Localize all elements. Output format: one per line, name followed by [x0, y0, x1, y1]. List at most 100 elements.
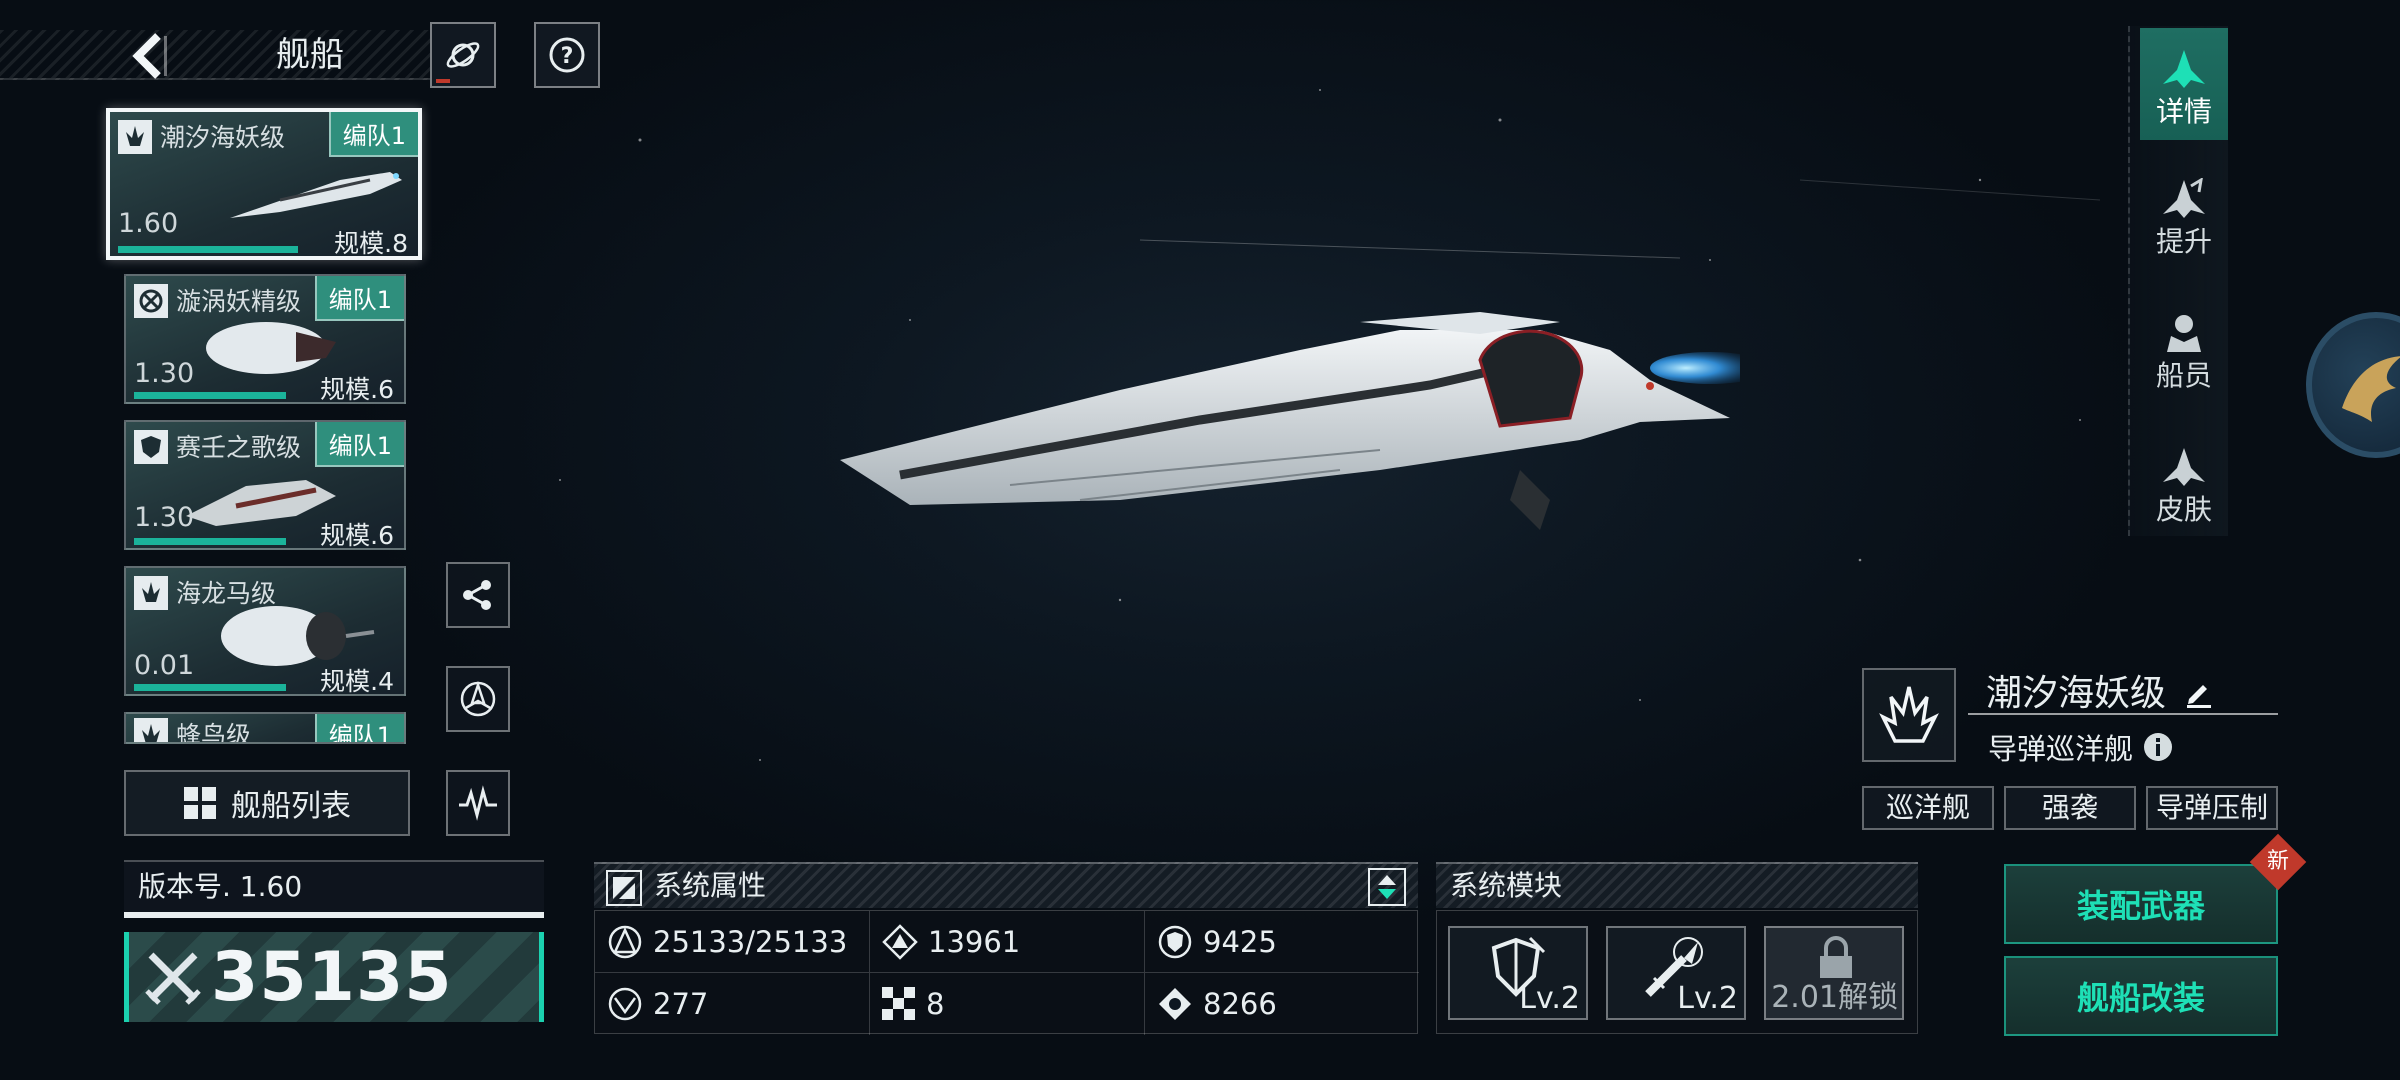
attribute-value: 8266: [1203, 987, 1277, 1021]
version-label: 版本号. 1.60: [124, 860, 544, 918]
ship-progress-bar: [134, 684, 286, 691]
ship-card-4[interactable]: 蜂鸟级 编队1: [124, 712, 406, 744]
module-slot-locked[interactable]: 2.01解锁: [1764, 926, 1904, 1020]
shield-defense-icon: [1158, 925, 1192, 958]
attribute-value: 13961: [928, 924, 1021, 959]
hull-icon: [608, 925, 642, 958]
page-title: 舰船: [276, 35, 344, 75]
nav-label: 船员: [2155, 359, 2212, 392]
shield-icon: [134, 430, 168, 464]
combat-power-box: 35135: [124, 932, 544, 1022]
diagonal-icon: [606, 870, 642, 906]
energy-icon: [1159, 988, 1191, 1020]
armor-icon: [882, 923, 918, 960]
ship-list-label: 舰船列表: [231, 789, 351, 824]
ship-power: 1.60: [118, 208, 179, 239]
attributes-header: 系统属性: [594, 862, 1418, 908]
attribute-cell: 8: [870, 973, 1145, 1035]
ship-tag-cruiser: 巡洋舰: [1862, 786, 1994, 830]
ship-name: 赛壬之歌级: [176, 433, 302, 462]
share-button[interactable]: [446, 562, 510, 628]
ship-progress-bar: [134, 538, 286, 545]
attribute-value: 9425: [1203, 924, 1277, 959]
name-underline: [1968, 713, 2278, 715]
ship-power: 1.30: [134, 502, 195, 533]
help-button[interactable]: ?: [534, 22, 600, 88]
attribute-cell: 8266: [1145, 973, 1419, 1035]
kraken-emblem-icon: [134, 576, 168, 610]
fleet-emblem-button[interactable]: [446, 666, 510, 732]
ship-details-icon: [2163, 50, 2205, 88]
planet-button[interactable]: [430, 22, 496, 88]
ship-modify-label: 舰船改装: [2076, 979, 2205, 1017]
module-slot-0[interactable]: Lv.2: [1448, 926, 1588, 1020]
phoenix-icon: [2342, 356, 2400, 422]
attribute-cell: 9425: [1145, 911, 1419, 973]
ship-tag-missile-suppression: 导弹压制: [2146, 786, 2278, 830]
ship-card-2[interactable]: 赛壬之歌级 编队1 1.30 规模.6: [124, 420, 406, 550]
equip-weapons-button[interactable]: 装配武器: [2004, 864, 2278, 944]
commander-avatar[interactable]: [2306, 312, 2400, 458]
ship-scale: 规模.6: [320, 375, 394, 404]
svg-text:?: ?: [561, 44, 574, 69]
nav-skin-tab[interactable]: 皮肤: [2140, 428, 2228, 538]
modules-title: 系统模块: [1450, 869, 1563, 902]
vortex-icon: [134, 284, 168, 318]
wave-emblem-icon: [459, 785, 497, 821]
stats-emblem-button[interactable]: [446, 770, 510, 836]
modules-header: 系统模块: [1436, 862, 1918, 908]
checker-icon: [882, 987, 915, 1020]
ship-name-text: 潮汐海妖级: [1986, 673, 2167, 714]
nav-details-tab[interactable]: 详情: [2140, 28, 2228, 140]
nav-label: 皮肤: [2155, 493, 2212, 526]
ship-list-button[interactable]: 舰船列表: [124, 770, 410, 836]
nav-label: 提升: [2155, 225, 2212, 258]
ship-emblem: [1862, 668, 1956, 762]
updown-icon: [1378, 875, 1396, 899]
equip-weapons-label: 装配武器: [2076, 887, 2205, 925]
attribute-value: 277: [653, 987, 709, 1021]
ship-name: 蜂鸟级: [176, 721, 252, 744]
combat-power-value: 35135: [211, 937, 453, 1017]
ship-card-3[interactable]: 海龙马级 0.01 规模.4: [124, 566, 406, 696]
attribute-cell: 13961: [870, 911, 1145, 973]
ship-progress-bar: [118, 246, 298, 253]
upgrade-icon: [2163, 178, 2205, 218]
ship-type: 导弹巡洋舰: [1988, 726, 2173, 768]
ship-power: 1.30: [134, 358, 195, 389]
ship-tag-assault: 强袭: [2004, 786, 2136, 830]
module-level: Lv.2: [1519, 981, 1580, 1016]
kraken-emblem-icon: [1879, 686, 1939, 743]
nav-crew-tab[interactable]: 船员: [2140, 294, 2228, 404]
nav-upgrade-tab[interactable]: 提升: [2140, 160, 2228, 270]
ship-type-text: 导弹巡洋舰: [1988, 732, 2134, 766]
share-icon: [463, 580, 491, 610]
ship-name: 潮汐海妖级: [160, 123, 286, 152]
attribute-value: 25133/25133: [653, 924, 848, 959]
ship-card-1[interactable]: 漩涡妖精级 编队1 1.30 规模.6: [124, 274, 406, 404]
ship-progress-bar: [134, 392, 286, 399]
crew-icon: [2167, 315, 2201, 352]
ship-thumbnail: [230, 172, 402, 218]
ship-scale: 规模.8: [334, 229, 408, 258]
ship-modify-button[interactable]: 舰船改装: [2004, 956, 2278, 1036]
ship-scale: 规模.4: [320, 667, 394, 696]
chevron-left-icon: [132, 33, 167, 79]
ship-model: [840, 312, 1740, 530]
ship-card-0[interactable]: 潮汐海妖级 编队1 1.60 规模.8: [106, 108, 422, 260]
module-level: Lv.2: [1677, 981, 1738, 1016]
attribute-value: 8: [926, 987, 945, 1021]
back-button[interactable]: [120, 28, 180, 84]
kraken-emblem-icon: [134, 718, 168, 742]
question-icon: ?: [549, 37, 585, 73]
info-icon[interactable]: [2143, 732, 2173, 762]
fleet-badge: 编队1: [314, 422, 404, 467]
ship-scale: 规模.6: [320, 521, 394, 550]
sort-toggle-button[interactable]: [1368, 868, 1406, 906]
grid-icon: [184, 787, 216, 819]
edit-pencil-icon[interactable]: [2183, 677, 2215, 709]
module-slot-1[interactable]: Lv.2: [1606, 926, 1746, 1020]
new-badge-text: 新: [2266, 849, 2289, 874]
skin-icon: [2163, 448, 2205, 486]
nav-label: 详情: [2155, 95, 2212, 128]
